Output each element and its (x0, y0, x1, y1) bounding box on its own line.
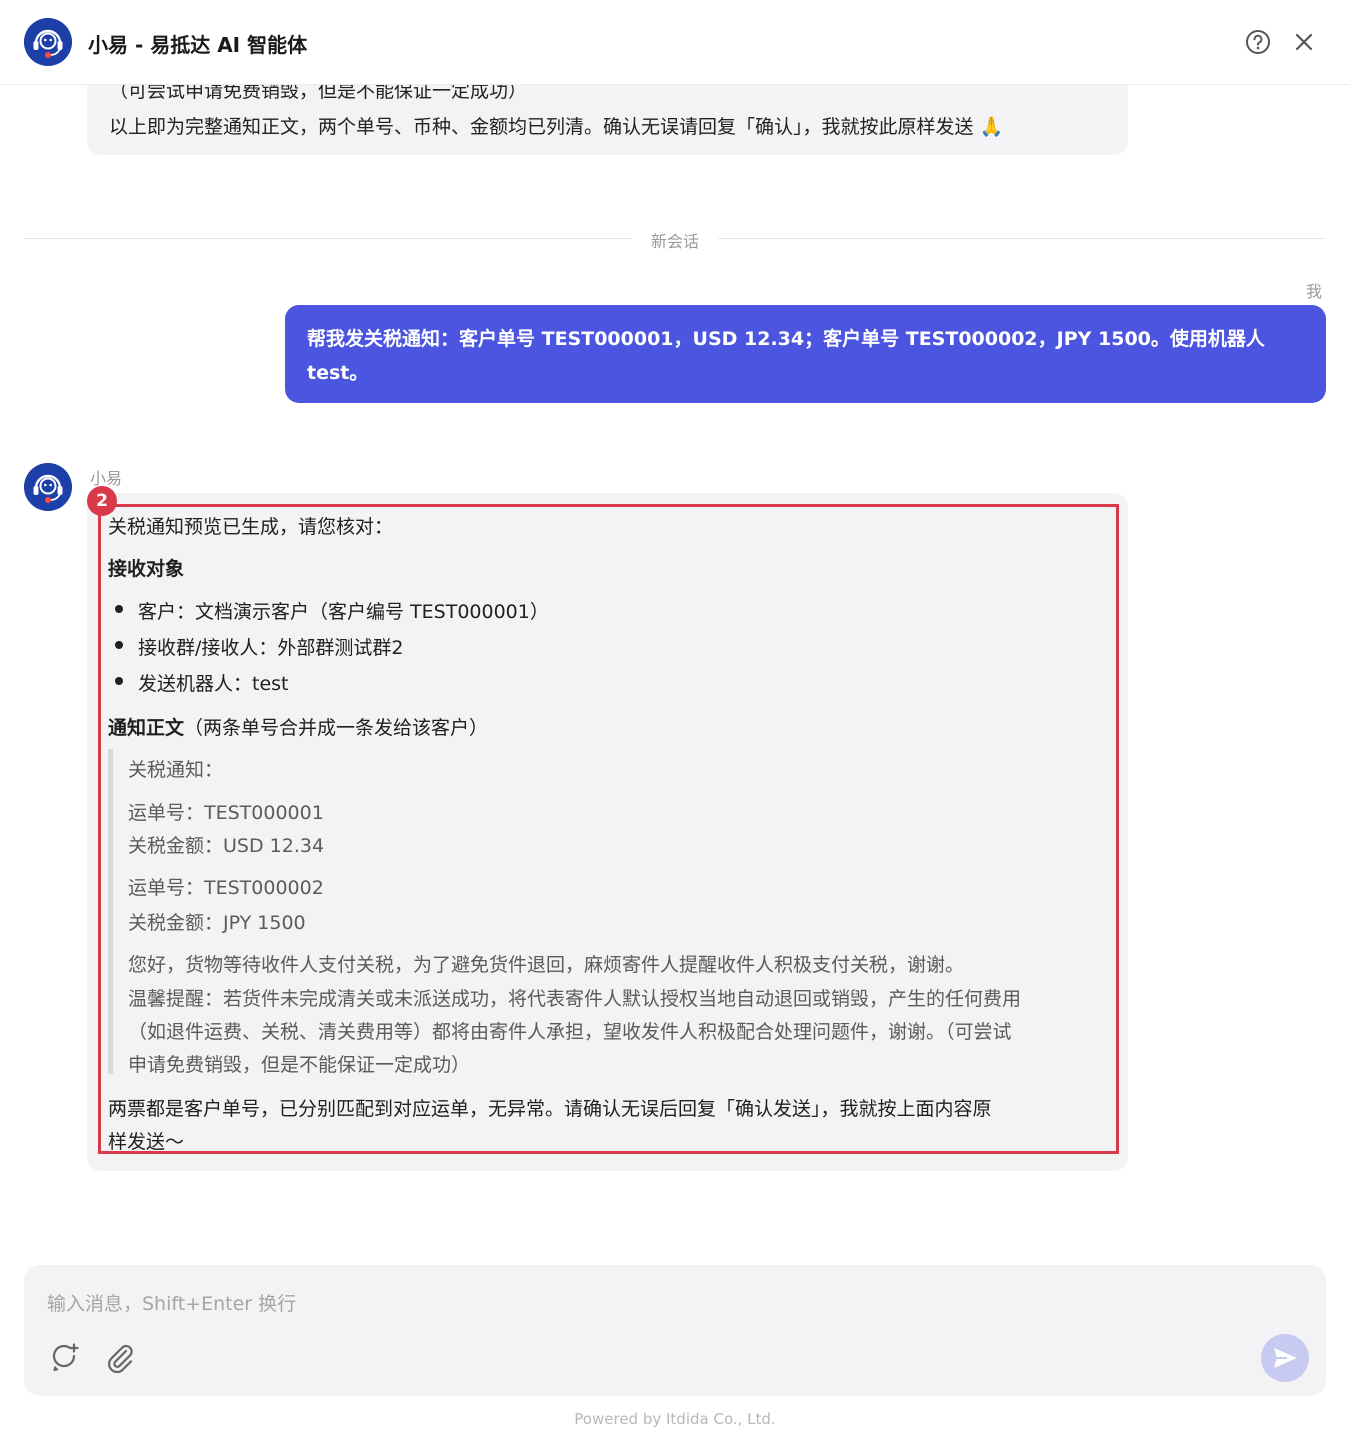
send-button[interactable] (1261, 1334, 1309, 1382)
quote-paragraph: 申请免费销毁，但是不能保证一定成功） (128, 1054, 471, 1076)
window-title: 小易 - 易抵达 AI 智能体 (88, 33, 308, 57)
list-item: 接收群/接收人：外部群测试群2 (138, 637, 404, 659)
list-item: 发送机器人：test (138, 673, 289, 695)
quote-paragraph: 温馨提醒：若货件未完成清关或未派送成功，将代表寄件人默认授权当地自动退回或销毁，… (128, 988, 1022, 1010)
powered-by-footer: Powered by Itdida Co., Ltd. (574, 1410, 776, 1428)
quote-waybill: 运单号：TEST000002 (128, 877, 324, 899)
question-circle-icon[interactable] (1245, 29, 1271, 55)
send-icon (1274, 1348, 1297, 1368)
chat-window: 小易 - 易抵达 AI 智能体 （可尝试申请免费销毁，但是不能保证一定成功） 以… (0, 0, 1350, 1440)
new-chat-icon[interactable] (50, 1342, 80, 1372)
bullet-icon (115, 677, 123, 685)
message-closing: 样发送～ (108, 1131, 185, 1153)
quote-amount: 关税金额：JPY 1500 (128, 912, 306, 934)
quote-paragraph: 您好，货物等待收件人支付关税，为了避免货件退回，麻烦寄件人提醒收件人积极支付关税… (128, 954, 965, 976)
message-composer[interactable]: 输入消息，Shift+Enter 换行 (24, 1265, 1326, 1396)
body-heading-note: （两条单号合并成一条发给该客户） (184, 717, 489, 739)
bot-avatar-icon (24, 18, 72, 66)
quote-title: 关税通知： (128, 759, 224, 781)
header: 小易 - 易抵达 AI 智能体 (0, 0, 1350, 85)
user-message: 帮我发关税通知：客户单号 TEST000001，USD 12.34；客户单号 T… (285, 305, 1326, 403)
paperclip-icon[interactable] (104, 1342, 136, 1374)
bullet-icon (115, 641, 123, 649)
quote-amount: 关税金额：USD 12.34 (128, 835, 325, 857)
quote-waybill: 运单号：TEST000001 (128, 802, 324, 824)
body-heading-row: 通知正文（两条单号合并成一条发给该客户） (108, 713, 488, 740)
user-sender-label: 我 (1305, 282, 1322, 301)
annotation-badge: 2 (87, 486, 117, 516)
bot-avatar-icon (24, 463, 72, 511)
message-input[interactable]: 输入消息，Shift+Enter 换行 (47, 1289, 296, 1316)
recipient-heading: 接收对象 (108, 558, 185, 580)
bullet-icon (115, 605, 123, 613)
session-divider-label: 新会话 (632, 228, 718, 252)
message-closing: 两票都是客户单号，已分别匹配到对应运单，无异常。请确认无误后回复「确认发送」，我… (108, 1098, 992, 1120)
body-heading: 通知正文 (108, 717, 185, 739)
message-text: 以上即为完整通知正文，两个单号、币种、金额均已列清。确认无误请回复「确认」，我就… (109, 116, 1004, 138)
bot-sender-label: 小易 (90, 469, 123, 488)
message-intro: 关税通知预览已生成，请您核对： (108, 516, 394, 538)
close-icon[interactable] (1292, 30, 1316, 54)
quote-paragraph: （如退件运费、关税、清关费用等）都将由寄件人承担，望收发件人积极配合处理问题件，… (128, 1021, 1012, 1043)
list-item: 客户：文档演示客户（客户编号 TEST000001） (138, 601, 549, 623)
quote-bar (108, 749, 113, 1074)
